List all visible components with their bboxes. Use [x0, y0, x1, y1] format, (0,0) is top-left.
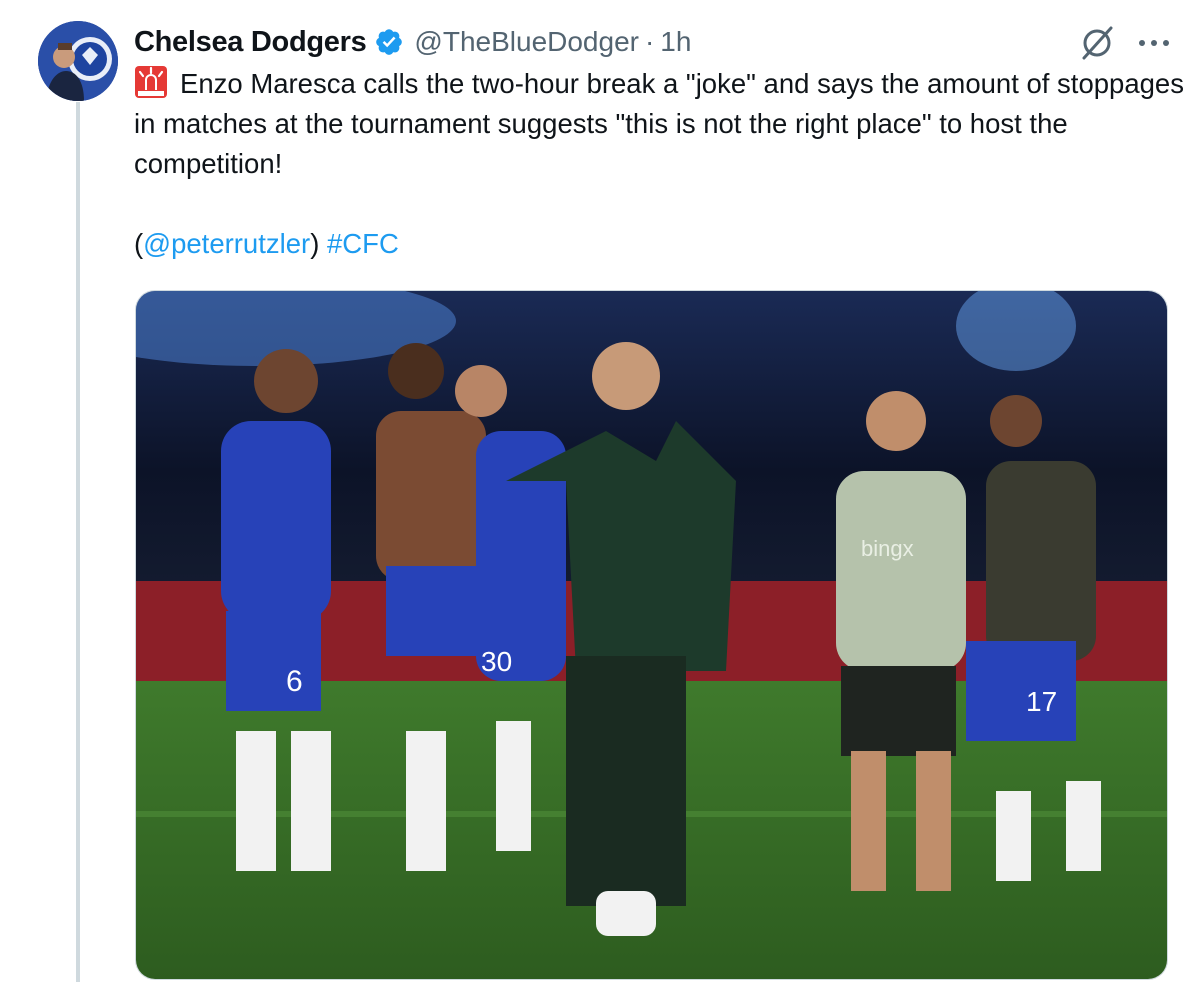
- open-paren: (: [134, 228, 144, 259]
- grok-icon[interactable]: [1078, 24, 1116, 62]
- tweet-body: Enzo Maresca calls the two-hour break a …: [134, 68, 1184, 179]
- separator-dot: ·: [644, 26, 655, 57]
- photo-illustration: 6 30 bingx 17: [136, 291, 1167, 979]
- verified-badge-icon[interactable]: [374, 27, 404, 57]
- hashtag-link[interactable]: #CFC: [327, 228, 399, 259]
- mention-link[interactable]: @peterrutzler: [143, 228, 310, 259]
- avatar-image: [38, 21, 118, 101]
- more-options-icon[interactable]: [1134, 24, 1174, 62]
- police-light-icon: [134, 65, 168, 99]
- kit-number-30: 30: [481, 646, 512, 677]
- thread-line: [76, 102, 80, 982]
- tweet-text: Enzo Maresca calls the two-hour break a …: [134, 64, 1184, 264]
- handle[interactable]: @TheBlueDodger: [414, 26, 639, 58]
- tweet-photo[interactable]: 6 30 bingx 17: [135, 290, 1168, 980]
- kit-number-6: 6: [286, 665, 303, 698]
- avatar[interactable]: [38, 21, 118, 101]
- tweet-header: Chelsea Dodgers @TheBlueDodger · 1h: [134, 22, 691, 62]
- shirt-sponsor-text: bingx: [861, 536, 914, 561]
- display-name[interactable]: Chelsea Dodgers: [134, 26, 367, 59]
- timestamp[interactable]: 1h: [660, 26, 691, 58]
- close-paren: ): [310, 228, 320, 259]
- kit-number-17: 17: [1026, 686, 1057, 717]
